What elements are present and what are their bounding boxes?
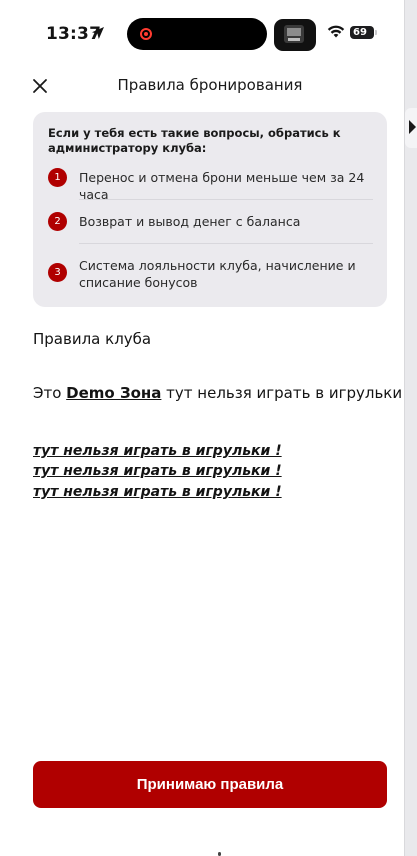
topic-number-badge: 2 <box>48 212 67 231</box>
rules-emphasis-line: тут нельзя играть в игрульки ! <box>33 443 282 459</box>
topic-label: Возврат и вывод денег с баланса <box>79 214 301 229</box>
home-indicator <box>218 852 221 856</box>
recording-indicator-icon <box>140 28 152 40</box>
app-thumbnail-icon <box>274 19 316 51</box>
page-title: Правила бронирования <box>117 76 303 94</box>
topic-item-booking-change[interactable]: 1 Перенос и отмена брони меньше чем за 2… <box>48 168 372 202</box>
topic-number-badge: 3 <box>48 263 67 282</box>
wifi-icon <box>327 25 345 38</box>
rules-emphasis-line: тут нельзя играть в игрульки ! <box>33 484 282 500</box>
topic-divider <box>79 199 373 200</box>
chevron-right-icon[interactable] <box>409 120 416 134</box>
rules-text-prefix: Это <box>33 384 67 402</box>
rules-heading: Правила клуба <box>33 330 152 348</box>
location-arrow-icon <box>92 27 104 39</box>
status-bar: 13:37 69 <box>0 0 404 66</box>
topic-label: Система лояльности клуба, начисление и с… <box>79 258 356 290</box>
battery-cap <box>375 30 377 35</box>
club-name-link[interactable]: Demo Зона <box>66 384 161 402</box>
info-card: Если у тебя есть такие вопросы, обратись… <box>33 112 387 307</box>
close-icon[interactable] <box>30 76 50 96</box>
rules-text: Это Demo Зона тут нельзя играть в игруль… <box>33 384 405 402</box>
topic-item-loyalty[interactable]: 3 Система лояльности клуба, начисление и… <box>48 257 372 293</box>
accept-rules-button[interactable]: Принимаю правила <box>33 761 387 808</box>
topic-item-refund[interactable]: 2 Возврат и вывод денег с баланса <box>48 212 372 232</box>
info-intro: Если у тебя есть такие вопросы, обратись… <box>48 126 341 155</box>
battery-icon: 69 <box>350 26 374 39</box>
app-screen: 13:37 69 Правила бронирования Если у теб… <box>0 0 405 856</box>
battery-level: 69 <box>353 27 367 38</box>
topic-number-badge: 1 <box>48 168 67 187</box>
rules-text-suffix: тут нельзя играть в игрульки ! <box>161 384 405 402</box>
rules-emphasis-line: тут нельзя играть в игрульки ! <box>33 463 282 479</box>
topic-divider <box>79 243 373 244</box>
topic-label: Перенос и отмена брони меньше чем за 24 … <box>79 170 365 202</box>
